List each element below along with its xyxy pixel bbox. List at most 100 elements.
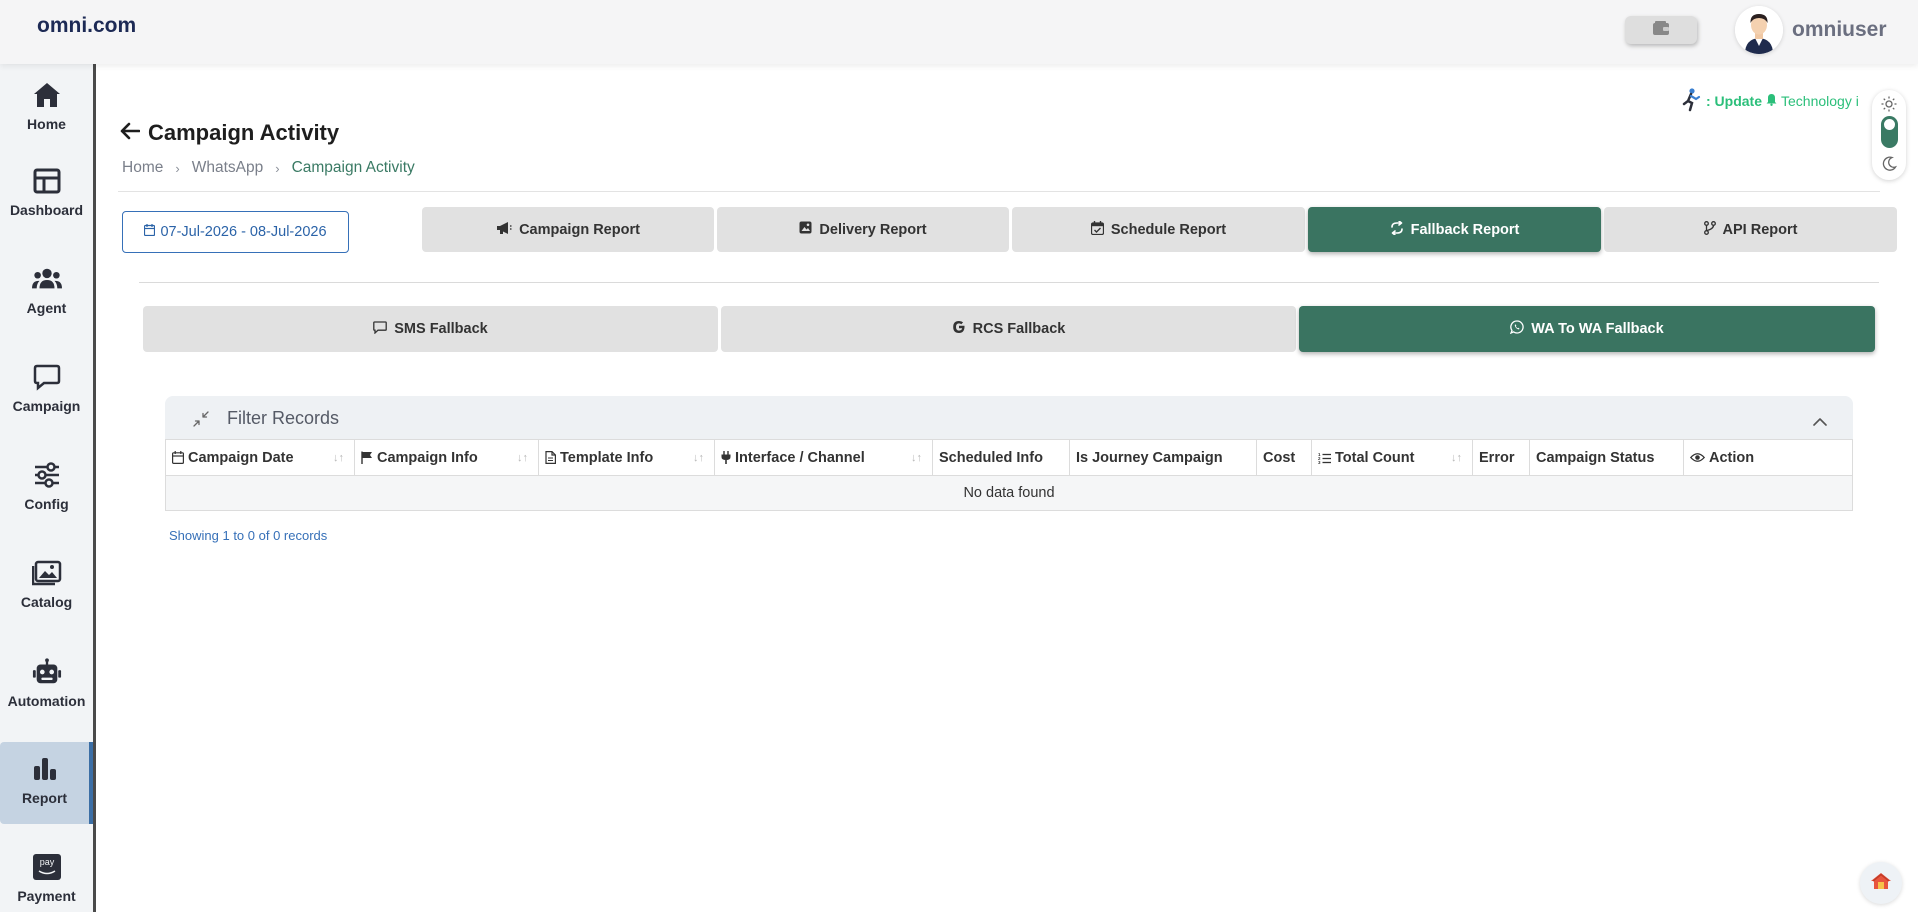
tab-wa-to-wa-fallback[interactable]: WA To WA Fallback	[1299, 306, 1875, 352]
sidebar-item-label: Dashboard	[9, 202, 84, 218]
svg-text:pay: pay	[39, 857, 54, 867]
breadcrumb-home[interactable]: Home	[122, 159, 163, 177]
config-icon	[32, 460, 62, 490]
tab-rcs-fallback[interactable]: RCS Fallback	[721, 306, 1296, 352]
column-is-journey-campaign[interactable]: Is Journey Campaign	[1070, 440, 1257, 475]
filter-title: Filter Records	[227, 407, 340, 428]
sidebar-item-label: Automation	[7, 693, 86, 709]
logo[interactable]: omni.com	[37, 14, 136, 38]
sort-icon[interactable]: ↓↑	[517, 452, 528, 464]
collapse-arrows-icon[interactable]	[193, 411, 209, 432]
sidebar-item-campaign[interactable]: Campaign	[0, 350, 93, 428]
plug-icon	[721, 451, 731, 464]
column-template-info[interactable]: Template Info ↓↑	[539, 440, 715, 475]
column-label: Interface / Channel	[735, 449, 865, 466]
message-icon	[373, 320, 388, 338]
column-campaign-date[interactable]: Campaign Date ↓↑	[166, 440, 355, 475]
running-person-icon	[1680, 87, 1702, 115]
floating-home-button[interactable]	[1860, 862, 1902, 904]
tab-campaign-report[interactable]: Campaign Report	[422, 207, 714, 252]
column-cost[interactable]: Cost	[1257, 440, 1312, 475]
column-label: Total Count	[1335, 449, 1415, 466]
sidebar-item-agent[interactable]: Agent	[0, 252, 93, 330]
sidebar-item-home[interactable]: Home	[0, 68, 93, 146]
tab-delivery-report[interactable]: Delivery Report	[717, 207, 1009, 252]
column-label: Template Info	[560, 449, 654, 466]
image-report-icon	[799, 221, 812, 238]
records-table: Campaign Date ↓↑ Campaign Info ↓↑ Templa…	[165, 439, 1853, 511]
username[interactable]: omniuser	[1792, 18, 1887, 42]
sidebar-item-label: Home	[27, 116, 66, 132]
tab-label: API Report	[1722, 221, 1798, 238]
column-campaign-info[interactable]: Campaign Info ↓↑	[355, 440, 539, 475]
breadcrumb-current: Campaign Activity	[291, 159, 415, 176]
table-empty-row: No data found	[166, 476, 1852, 510]
refresh-icon	[1390, 219, 1404, 239]
sidebar-item-report[interactable]: Report	[0, 742, 93, 824]
list-icon: 123	[1318, 452, 1331, 464]
chevron-up-icon[interactable]	[1813, 413, 1827, 431]
wallet-button[interactable]	[1625, 16, 1697, 44]
ticker-update: : Update	[1706, 93, 1762, 109]
home-icon	[32, 80, 62, 110]
column-campaign-status[interactable]: Campaign Status	[1530, 440, 1684, 475]
empty-message: No data found	[963, 485, 1055, 501]
whatsapp-icon	[1510, 320, 1525, 338]
sidebar: Home Dashboard Agent Campaign Config Cat…	[0, 64, 96, 912]
breadcrumb-whatsapp[interactable]: WhatsApp	[192, 159, 264, 177]
moon-icon	[1882, 156, 1898, 176]
records-info: Showing 1 to 0 of 0 records	[169, 528, 328, 543]
catalog-icon	[31, 558, 62, 588]
calendar-icon	[172, 451, 184, 464]
payment-icon: pay	[32, 852, 62, 882]
sort-icon[interactable]: ↓↑	[693, 452, 704, 464]
calendar-check-icon	[1090, 220, 1105, 239]
toggle-switch[interactable]	[1881, 116, 1898, 148]
sort-icon[interactable]: ↓↑	[911, 452, 922, 464]
chevron-right-icon: ›	[275, 160, 280, 176]
column-scheduled-info[interactable]: Scheduled Info	[933, 440, 1070, 475]
column-label: Campaign Date	[188, 449, 294, 466]
avatar[interactable]	[1735, 6, 1783, 54]
column-label: Action	[1709, 449, 1755, 466]
tab-label: Schedule Report	[1110, 221, 1227, 238]
theme-toggle[interactable]	[1872, 90, 1906, 180]
sidebar-item-automation[interactable]: Automation	[0, 645, 93, 723]
sidebar-item-payment[interactable]: pay Payment	[0, 840, 93, 912]
sidebar-item-label: Config	[24, 496, 69, 512]
sidebar-item-catalog[interactable]: Catalog	[0, 546, 93, 624]
sort-icon[interactable]: ↓↑	[333, 452, 344, 464]
divider	[139, 282, 1879, 283]
tab-api-report[interactable]: API Report	[1604, 207, 1897, 252]
tab-schedule-report[interactable]: Schedule Report	[1012, 207, 1305, 252]
sidebar-item-config[interactable]: Config	[0, 448, 93, 526]
sidebar-item-dashboard[interactable]: Dashboard	[0, 154, 93, 232]
breadcrumb: Home › WhatsApp › Campaign Activity	[122, 159, 415, 177]
tab-label: WA To WA Fallback	[1531, 321, 1664, 337]
column-total-count[interactable]: 123 Total Count ↓↑	[1312, 440, 1473, 475]
back-arrow-icon[interactable]	[120, 120, 141, 146]
sidebar-item-label: Agent	[26, 300, 67, 316]
branch-icon	[1703, 220, 1716, 239]
news-ticker: : Update Technology i	[1680, 87, 1880, 115]
tab-fallback-report[interactable]: Fallback Report	[1308, 207, 1601, 252]
tab-sms-fallback[interactable]: SMS Fallback	[143, 306, 718, 352]
column-label: Campaign Info	[377, 449, 478, 466]
campaign-icon	[32, 362, 62, 392]
column-label: Error	[1479, 449, 1515, 466]
column-error[interactable]: Error	[1473, 440, 1530, 475]
bell-icon	[1766, 93, 1777, 109]
filter-panel[interactable]: Filter Records	[165, 396, 1853, 440]
tab-label: Campaign Report	[519, 221, 640, 238]
tab-label: RCS Fallback	[972, 321, 1066, 337]
chevron-right-icon: ›	[175, 160, 180, 176]
megaphone-icon	[496, 221, 512, 239]
robot-icon	[32, 657, 62, 687]
date-range-picker[interactable]: 07-Jul-2026 - 08-Jul-2026	[122, 211, 349, 253]
google-icon	[952, 320, 966, 338]
flag-icon	[361, 451, 373, 464]
column-interface-channel[interactable]: Interface / Channel ↓↑	[715, 440, 933, 475]
sort-icon[interactable]: ↓↑	[1451, 452, 1462, 464]
report-icon	[30, 754, 60, 784]
column-action[interactable]: Action	[1684, 440, 1852, 475]
